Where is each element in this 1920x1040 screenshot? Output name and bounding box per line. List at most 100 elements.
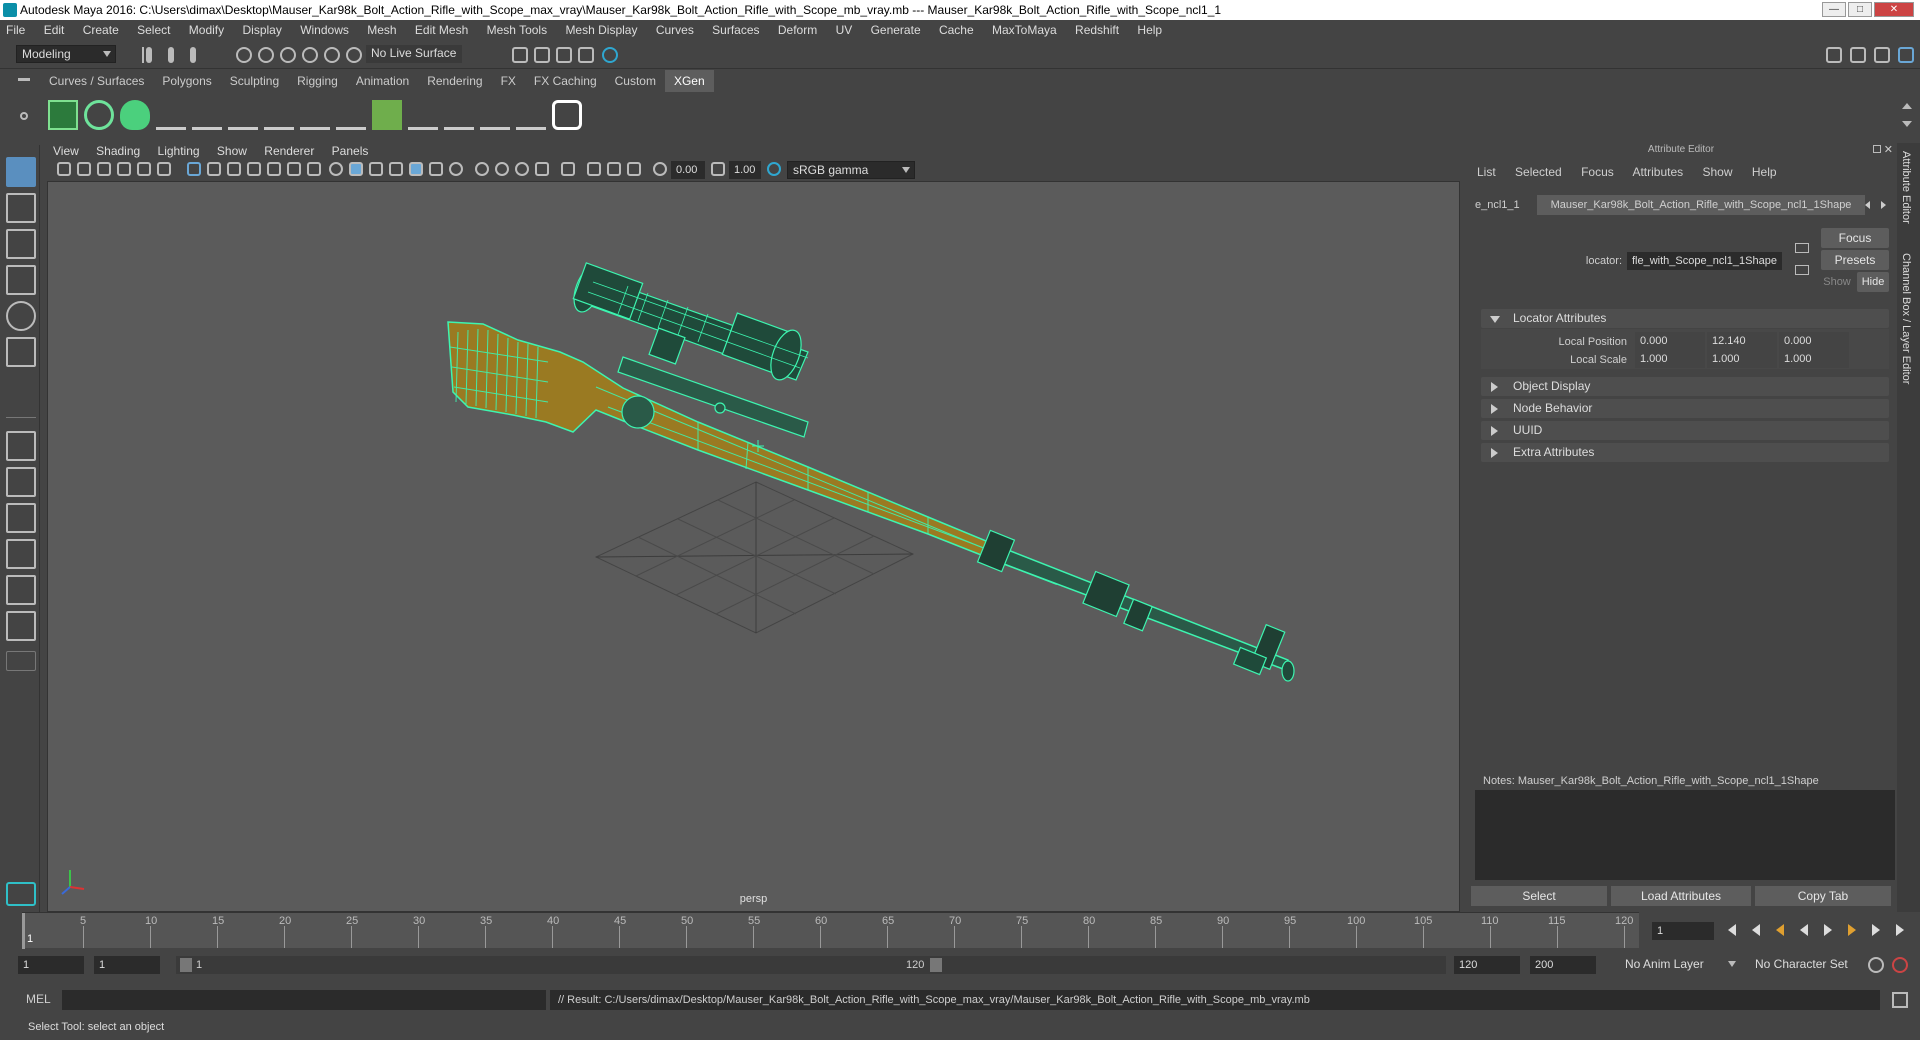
select-button[interactable]: Select [1471,886,1607,906]
snap-point-icon[interactable] [280,47,296,63]
four-view-layout-icon[interactable] [6,467,36,497]
menu-curves[interactable]: Curves [656,23,694,37]
range-start-handle[interactable] [180,958,192,972]
ae-menu-attributes[interactable]: Attributes [1632,165,1683,179]
live-surface-field[interactable]: No Live Surface [366,45,462,63]
close-panel-icon[interactable]: ✕ [1884,143,1893,156]
lasso-tool-icon[interactable] [6,193,36,223]
step-back-frame-icon[interactable] [1776,924,1784,936]
menu-modify[interactable]: Modify [189,23,224,37]
wireframe-on-shaded-icon[interactable] [389,162,403,176]
render-frame-icon[interactable] [534,47,550,63]
image-plane-icon[interactable] [117,162,131,176]
xgen-guides-to-curves-icon[interactable] [516,100,546,130]
go-to-start-icon[interactable] [1728,924,1736,936]
input-connection-icon[interactable] [1795,243,1809,253]
move-tool-icon[interactable] [6,265,36,295]
gamma-field[interactable]: 1.00 [729,161,761,179]
persp-outliner-layout-icon[interactable] [6,503,36,533]
section-extra-attributes[interactable]: Extra Attributes [1481,443,1889,462]
paint-select-tool-icon[interactable] [6,229,36,259]
menu-help[interactable]: Help [1137,23,1162,37]
side-tab-channel-box[interactable]: Channel Box / Layer Editor [1900,253,1912,384]
section-node-behavior[interactable]: Node Behavior [1481,399,1889,418]
animation-end-field[interactable]: 200 [1530,956,1596,974]
shadows-icon[interactable] [475,162,489,176]
output-connection-icon[interactable] [1795,265,1809,275]
backface-culling-icon[interactable] [627,162,641,176]
textured-icon[interactable] [429,162,443,176]
hypershade-icon[interactable] [602,47,618,63]
ae-menu-list[interactable]: List [1477,165,1496,179]
xgen-layers-icon[interactable] [372,100,402,130]
film-gate-icon[interactable] [207,162,221,176]
object-mode-icon[interactable] [190,47,196,63]
ae-tab-previous[interactable]: e_ncl1_1 [1475,195,1525,215]
screen-space-ao-icon[interactable] [495,162,509,176]
notes-textarea[interactable] [1475,790,1895,880]
perspective-viewport[interactable]: persp [47,181,1460,912]
load-attributes-button[interactable]: Load Attributes [1611,886,1751,906]
camera-attributes-icon[interactable] [77,162,91,176]
shelf-scroll-down-icon[interactable] [1902,121,1912,127]
playback-end-field[interactable]: 120 [1454,956,1520,974]
tab-right-arrow-icon[interactable] [1881,201,1886,209]
scene-canvas[interactable] [48,182,1460,912]
render-settings-icon[interactable] [578,47,594,63]
smooth-shade-icon[interactable] [349,162,363,176]
shelf-tab-custom[interactable]: Custom [606,70,665,92]
xgen-guide-flip-icon[interactable] [336,100,366,130]
vp-menu-lighting[interactable]: Lighting [158,144,200,158]
anim-layer-select[interactable]: No Anim Layer [1620,956,1740,974]
shelf-tab-rigging[interactable]: Rigging [288,70,347,92]
grease-pencil-icon[interactable] [157,162,171,176]
xray-joints-icon[interactable] [587,162,601,176]
shelf-tab-sculpting[interactable]: Sculpting [221,70,288,92]
animation-prefs-icon[interactable] [1892,957,1908,973]
step-back-key-icon[interactable] [1752,924,1760,936]
gamma-icon[interactable] [711,162,725,176]
xgen-guide-add-icon[interactable] [156,100,186,130]
ae-menu-help[interactable]: Help [1752,165,1777,179]
script-language-toggle[interactable]: MEL [26,992,51,1006]
shelf-menu-icon[interactable] [18,78,30,81]
shelf-tab-polygons[interactable]: Polygons [153,70,220,92]
play-backwards-icon[interactable] [1800,924,1808,936]
outliner-layout-icon[interactable] [6,575,36,605]
component-mode-icon[interactable] [168,47,174,63]
float-panel-icon[interactable] [1873,145,1881,153]
maximize-button[interactable]: □ [1848,2,1872,17]
shelf-settings-icon[interactable] [20,112,28,120]
go-to-end-icon[interactable] [1896,924,1904,936]
ae-menu-selected[interactable]: Selected [1515,165,1562,179]
locator-name-field[interactable]: fle_with_Scope_ncl1_1Shape [1627,252,1782,270]
use-all-lights-icon[interactable] [449,162,463,176]
anti-aliasing-icon[interactable] [535,162,549,176]
hypershade-layout-icon[interactable] [6,611,36,641]
range-slider-bar[interactable] [176,956,946,974]
select-camera-icon[interactable] [57,162,71,176]
shelf-tab-xgen[interactable]: XGen [664,70,714,92]
xgen-guide-move-icon[interactable] [192,100,222,130]
rifle-model[interactable] [447,262,1295,682]
play-forwards-icon[interactable] [1824,924,1832,936]
single-perspective-layout-icon[interactable] [6,431,36,461]
field-chart-icon[interactable] [267,162,281,176]
presets-button[interactable]: Presets [1821,250,1889,270]
script-editor-icon[interactable] [1892,992,1908,1008]
gate-mask-icon[interactable] [247,162,261,176]
snap-curve-icon[interactable] [258,47,274,63]
view-transform-select[interactable]: sRGB gamma [787,161,915,179]
rifle-scope[interactable] [569,262,809,384]
mode-selector[interactable]: Modeling [16,45,116,63]
menu-edit[interactable]: Edit [44,23,65,37]
local-position-y[interactable]: 12.140 [1707,332,1777,350]
safe-title-icon[interactable] [307,162,321,176]
menu-file[interactable]: File [6,23,25,37]
xgen-clear-icon[interactable] [120,100,150,130]
range-slider-track[interactable] [946,956,1446,974]
hide-button[interactable]: Hide [1857,272,1889,292]
xgen-sculpt-icon[interactable] [408,100,438,130]
menu-maxtomaya[interactable]: MaxToMaya [992,23,1057,37]
ae-menu-show[interactable]: Show [1702,165,1732,179]
